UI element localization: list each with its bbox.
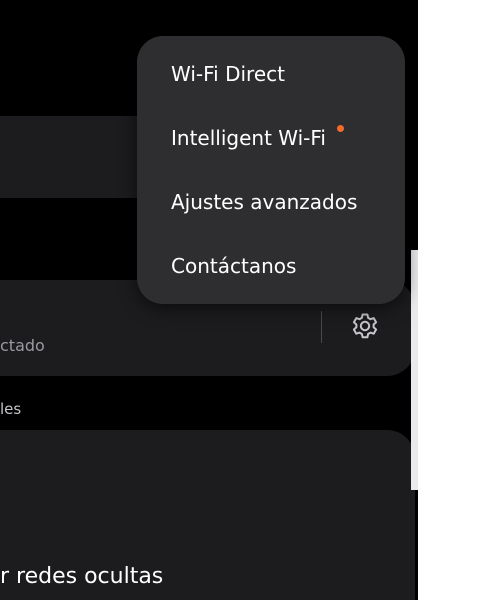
show-hidden-networks-label[interactable]: r redes ocultas: [0, 564, 163, 589]
overflow-menu: Wi-Fi Direct Intelligent Wi-Fi Ajustes a…: [137, 36, 405, 304]
section-label: les: [0, 400, 22, 418]
menu-item-advanced-settings[interactable]: Ajustes avanzados: [171, 190, 357, 214]
network-status-text: ctado: [0, 336, 45, 355]
phone-screen: ctado les r redes ocultas Wi-Fi Direct I…: [0, 0, 418, 600]
new-badge-dot: [337, 125, 344, 132]
gear-icon[interactable]: [349, 310, 381, 342]
edge-panel-handle[interactable]: [411, 250, 418, 490]
menu-item-contact-us[interactable]: Contáctanos: [171, 254, 296, 278]
menu-item-wifi-direct[interactable]: Wi-Fi Direct: [171, 62, 285, 86]
network-card-divider: [321, 311, 322, 343]
menu-item-intelligent-wifi[interactable]: Intelligent Wi-Fi: [171, 126, 326, 150]
